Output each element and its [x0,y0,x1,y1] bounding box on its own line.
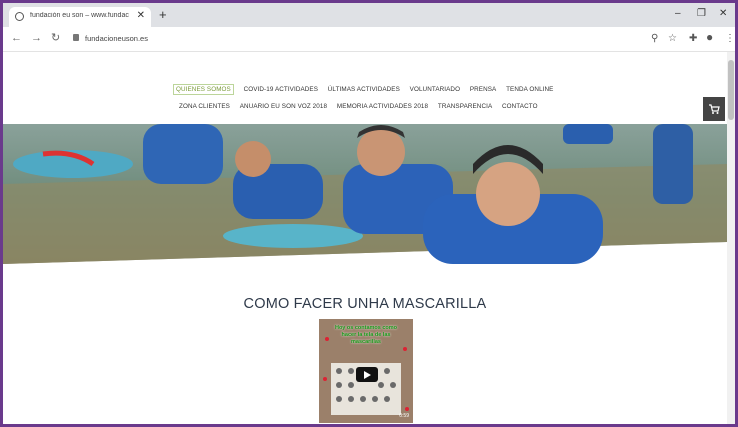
main-nav-row-2: ZONA CLIENTES ANUARIO EU SON VOZ 2018 ME… [179,103,579,110]
menu-icon[interactable]: ⋮ [725,33,735,44]
search-icon[interactable]: ⚲ [651,33,658,44]
nav-item-prensa[interactable]: PRENSA [470,86,497,93]
minimize-icon[interactable]: – [675,8,681,19]
main-nav-row-1: QUIENES SOMOS COVID-19 ACTIVIDADES ÚLTIM… [173,84,573,95]
cart-icon [709,104,720,114]
reload-icon[interactable]: ↻ [51,32,60,44]
web-page: QUIENES SOMOS COVID-19 ACTIVIDADES ÚLTIM… [3,52,727,424]
url-text: fundacioneuson.es [85,34,148,43]
scrollbar-thumb[interactable] [728,60,734,120]
lock-icon [73,34,79,41]
tab-close-icon[interactable]: ✕ [137,10,145,21]
cart-button[interactable] [703,97,725,121]
nav-item-contacto[interactable]: CONTACTO [502,103,538,110]
nav-item-tenda-online[interactable]: TENDA ONLINE [506,86,553,93]
address-bar[interactable]: fundacioneuson.es [71,30,671,47]
browser-toolbar: ← → ↻ fundacioneuson.es ⚲ ☆ ✚ ● ⋮ [3,27,735,52]
back-icon[interactable]: ← [11,32,22,44]
star-icon[interactable]: ☆ [668,33,677,44]
close-window-icon[interactable]: ✕ [719,8,727,19]
extensions-icon[interactable]: ✚ [689,33,697,44]
nav-item-memoria[interactable]: MEMORIA ACTIVIDADES 2018 [337,103,428,110]
hero-banner-image [3,124,727,264]
play-icon[interactable] [356,367,378,382]
video-player[interactable]: Hoy os contamos como hacer la tela de la… [319,319,413,423]
page-scrollbar[interactable] [727,52,735,424]
browser-tab[interactable]: fundación eu son – www.fundac ✕ [9,7,151,27]
tab-bar: fundación eu son – www.fundac ✕ + – ❐ ✕ [3,3,735,27]
nav-item-anuario[interactable]: ANUARIO EU SON VOZ 2018 [240,103,327,110]
section-heading: COMO FACER UNHA MASCARILLA [243,296,487,312]
tab-title: fundación eu son – www.fundac [30,12,129,19]
video-caption: Hoy os contamos como hacer la tela de la… [334,325,398,345]
new-tab-button[interactable]: + [159,8,167,21]
video-duration: 0:59 [399,413,409,419]
nav-item-transparencia[interactable]: TRANSPARENCIA [438,103,492,110]
nav-item-voluntariado[interactable]: VOLUNTARIADO [410,86,460,93]
maximize-icon[interactable]: ❐ [697,8,706,19]
forward-icon[interactable]: → [31,32,42,44]
nav-item-quienes-somos[interactable]: QUIENES SOMOS [173,84,234,95]
nav-item-zona-clientes[interactable]: ZONA CLIENTES [179,103,230,110]
nav-item-covid-actividades[interactable]: COVID-19 ACTIVIDADES [244,86,318,93]
favicon-icon [15,12,24,21]
profile-icon[interactable]: ● [706,31,713,43]
browser-window: fundación eu son – www.fundac ✕ + – ❐ ✕ … [3,3,735,424]
nav-item-ultimas-actividades[interactable]: ÚLTIMAS ACTIVIDADES [328,86,400,93]
